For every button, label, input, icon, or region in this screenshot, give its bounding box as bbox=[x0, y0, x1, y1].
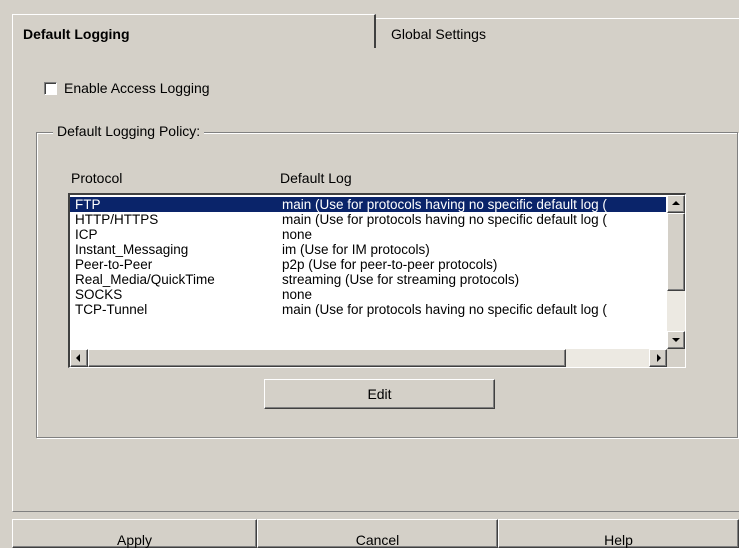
list-item[interactable]: Real_Media/QuickTime streaming (Use for … bbox=[70, 272, 666, 287]
list-item-log: p2p (Use for peer-to-peer protocols) bbox=[282, 257, 498, 272]
list-item-protocol: Instant_Messaging bbox=[75, 242, 189, 257]
enable-access-logging-checkbox[interactable] bbox=[44, 82, 57, 95]
list-item-protocol: Peer-to-Peer bbox=[75, 257, 153, 272]
horizontal-scroll-thumb[interactable] bbox=[88, 349, 566, 367]
cancel-button[interactable]: Cancel bbox=[257, 519, 498, 548]
list-item-log: im (Use for IM protocols) bbox=[282, 242, 430, 257]
scroll-left-button[interactable] bbox=[70, 349, 88, 367]
list-item[interactable]: ICP none bbox=[70, 227, 666, 242]
protocol-column-header: Protocol bbox=[71, 170, 123, 186]
list-item-log: main (Use for protocols having no specif… bbox=[282, 212, 607, 227]
list-item-protocol: ICP bbox=[75, 227, 98, 242]
list-item-log: main (Use for protocols having no specif… bbox=[282, 302, 607, 317]
list-item-protocol: Real_Media/QuickTime bbox=[75, 272, 215, 287]
edit-button[interactable]: Edit bbox=[264, 379, 495, 409]
enable-access-logging-label[interactable]: Enable Access Logging bbox=[64, 80, 210, 96]
scroll-down-button[interactable] bbox=[667, 331, 685, 349]
vertical-scroll-thumb[interactable] bbox=[667, 213, 685, 291]
default-logging-policy-label: Default Logging Policy: bbox=[53, 123, 205, 139]
list-item[interactable]: Peer-to-Peer p2p (Use for peer-to-peer p… bbox=[70, 257, 666, 272]
horizontal-scrollbar[interactable] bbox=[70, 349, 667, 367]
scrollbar-corner bbox=[667, 349, 685, 367]
arrow-left-icon bbox=[76, 354, 80, 362]
list-item-log: streaming (Use for streaming protocols) bbox=[282, 272, 520, 287]
logging-dialog: Default Logging Global Settings Enable A… bbox=[0, 0, 739, 548]
list-item-protocol: HTTP/HTTPS bbox=[75, 212, 159, 227]
arrow-up-icon bbox=[672, 201, 680, 205]
dialog-top-strip bbox=[0, 0, 739, 14]
protocol-log-list-body: FTP main (Use for protocols having no sp… bbox=[70, 195, 666, 349]
arrow-down-icon bbox=[672, 338, 680, 342]
arrow-right-icon bbox=[657, 354, 661, 362]
list-item[interactable]: SOCKS none bbox=[70, 287, 666, 302]
apply-button[interactable]: Apply bbox=[12, 519, 257, 548]
tab-default-logging-label: Default Logging bbox=[23, 26, 130, 42]
protocol-log-list[interactable]: FTP main (Use for protocols having no sp… bbox=[68, 193, 686, 368]
tab-global-settings-label: Global Settings bbox=[391, 26, 486, 42]
list-item-log: none bbox=[282, 287, 313, 302]
tab-default-logging[interactable]: Default Logging bbox=[12, 14, 376, 48]
help-button[interactable]: Help bbox=[498, 519, 739, 548]
list-item[interactable]: HTTP/HTTPS main (Use for protocols havin… bbox=[70, 212, 666, 227]
list-item[interactable]: FTP main (Use for protocols having no sp… bbox=[70, 197, 666, 212]
default-log-column-header: Default Log bbox=[280, 170, 352, 186]
scroll-right-button[interactable] bbox=[649, 349, 667, 367]
list-item[interactable]: Instant_Messaging im (Use for IM protoco… bbox=[70, 242, 666, 257]
vertical-scrollbar[interactable] bbox=[667, 195, 685, 349]
list-item-log: main (Use for protocols having no specif… bbox=[282, 197, 607, 212]
list-item-protocol: FTP bbox=[75, 197, 101, 212]
scroll-up-button[interactable] bbox=[667, 195, 685, 213]
list-item-log: none bbox=[282, 227, 313, 242]
tab-global-settings[interactable]: Global Settings bbox=[376, 18, 739, 46]
list-item-protocol: TCP-Tunnel bbox=[75, 302, 148, 317]
list-item-protocol: SOCKS bbox=[75, 287, 123, 302]
list-item[interactable]: TCP-Tunnel main (Use for protocols havin… bbox=[70, 302, 666, 317]
